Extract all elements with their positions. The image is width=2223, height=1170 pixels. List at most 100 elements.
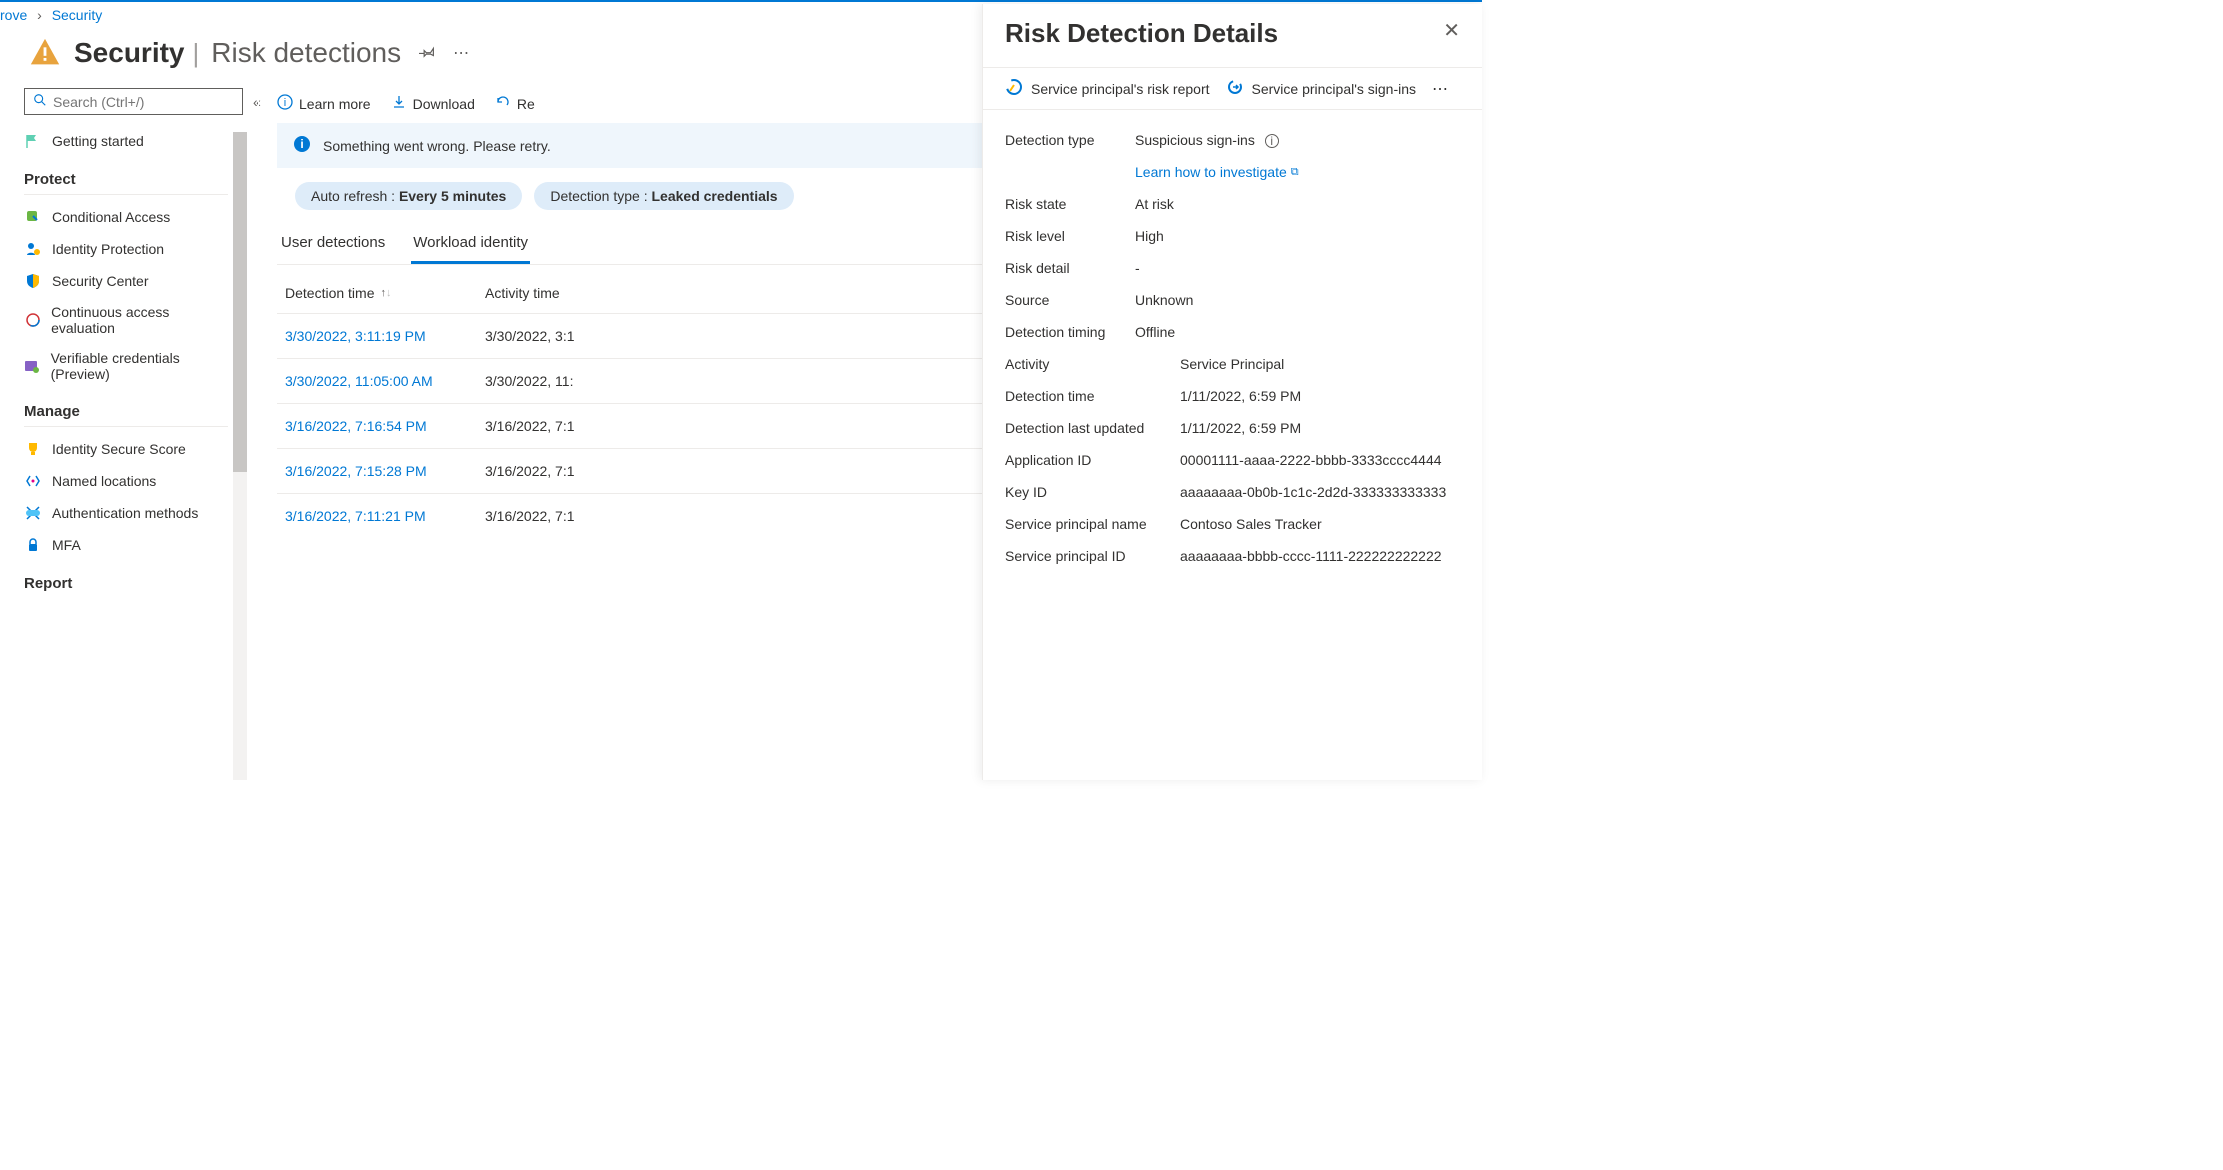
more-icon[interactable]: ⋯ bbox=[453, 43, 470, 63]
toolbar-label: Learn more bbox=[299, 96, 371, 112]
detail-key-risk-detail: Risk detail bbox=[1005, 260, 1135, 276]
sidebar-item-identity-protection[interactable]: Identity Protection bbox=[24, 233, 228, 265]
sidebar-item-auth-methods[interactable]: Authentication methods bbox=[24, 497, 228, 529]
info-filled-icon: i bbox=[293, 135, 311, 156]
detail-val-detection-type: Suspicious sign-ins i bbox=[1135, 132, 1460, 148]
more-icon[interactable]: ⋯ bbox=[1432, 79, 1449, 99]
search-icon bbox=[33, 93, 47, 110]
search-input[interactable] bbox=[53, 94, 234, 110]
detail-val-risk-detail: - bbox=[1135, 260, 1460, 276]
sidebar-item-label: Verifiable credentials (Preview) bbox=[51, 350, 228, 382]
detection-time-link[interactable]: 3/16/2022, 7:15:28 PM bbox=[285, 463, 427, 479]
close-icon[interactable]: ✕ bbox=[1443, 18, 1460, 43]
key-icon bbox=[24, 504, 42, 522]
sidebar-item-mfa[interactable]: MFA bbox=[24, 529, 228, 561]
detail-key-sp-id: Service principal ID bbox=[1005, 548, 1180, 564]
detail-val-app-id: 00001111-aaaa-2222-bbbb-3333cccc4444 bbox=[1180, 452, 1460, 468]
page-subtitle: Risk detections bbox=[211, 37, 401, 69]
sidebar-section-protect: Protect bbox=[24, 157, 228, 195]
sidebar-item-label: Identity Protection bbox=[52, 241, 164, 257]
sidebar: « Getting started Protect Conditional Ac… bbox=[0, 88, 240, 786]
sign-ins-button[interactable]: Service principal's sign-ins bbox=[1226, 78, 1417, 99]
sidebar-item-verifiable-credentials[interactable]: Verifiable credentials (Preview) bbox=[24, 343, 228, 389]
sidebar-item-label: Conditional Access bbox=[52, 209, 170, 225]
detail-val-activity: Service Principal bbox=[1180, 356, 1460, 372]
activity-time-cell: 3/16/2022, 7:1 bbox=[485, 418, 645, 434]
toolbar-label: Service principal's sign-ins bbox=[1252, 81, 1417, 97]
warning-triangle-icon bbox=[28, 36, 62, 70]
details-toolbar: Service principal's risk report Service … bbox=[983, 67, 1482, 110]
details-title: Risk Detection Details bbox=[1005, 18, 1278, 49]
detail-val-detection-time: 1/11/2022, 6:59 PM bbox=[1180, 388, 1460, 404]
detail-val-sp-name: Contoso Sales Tracker bbox=[1180, 516, 1460, 532]
column-detection-time[interactable]: Detection time ↑↓ bbox=[285, 285, 485, 301]
toolbar-label: Service principal's risk report bbox=[1031, 81, 1210, 97]
sidebar-item-label: Authentication methods bbox=[52, 505, 198, 521]
sidebar-scrollbar[interactable] bbox=[233, 132, 247, 780]
refresh-shield-icon bbox=[24, 311, 41, 329]
shield-check-icon bbox=[24, 208, 42, 226]
breadcrumb-item-security[interactable]: Security bbox=[52, 7, 103, 23]
risk-report-button[interactable]: Service principal's risk report bbox=[1005, 78, 1210, 99]
learn-investigate-link[interactable]: Learn how to investigate ⧉ bbox=[1135, 164, 1299, 180]
tab-user-detections[interactable]: User detections bbox=[279, 224, 387, 264]
pill-value: Every 5 minutes bbox=[399, 188, 506, 204]
detection-time-link[interactable]: 3/30/2022, 3:11:19 PM bbox=[285, 328, 426, 344]
detail-key-detection-type: Detection type bbox=[1005, 132, 1135, 148]
tab-workload-identity[interactable]: Workload identity bbox=[411, 224, 530, 264]
detail-key-sp-name: Service principal name bbox=[1005, 516, 1180, 532]
activity-time-cell: 3/16/2022, 7:1 bbox=[485, 463, 645, 479]
toolbar-label: Download bbox=[413, 96, 475, 112]
external-link-icon: ⧉ bbox=[1291, 166, 1299, 179]
title-separator: | bbox=[193, 38, 200, 69]
detail-key-source: Source bbox=[1005, 292, 1135, 308]
detection-type-pill[interactable]: Detection type : Leaked credentials bbox=[534, 182, 793, 210]
detail-key-detection-timing: Detection timing bbox=[1005, 324, 1135, 340]
detail-key-key-id: Key ID bbox=[1005, 484, 1180, 500]
sidebar-section-report: Report bbox=[24, 561, 228, 598]
code-brackets-icon bbox=[24, 472, 42, 490]
column-activity-time[interactable]: Activity time bbox=[485, 285, 645, 301]
sidebar-item-conditional-access[interactable]: Conditional Access bbox=[24, 201, 228, 233]
detail-key-detection-updated: Detection last updated bbox=[1005, 420, 1180, 436]
detection-time-link[interactable]: 3/16/2022, 7:16:54 PM bbox=[285, 418, 427, 434]
detail-key-risk-level: Risk level bbox=[1005, 228, 1135, 244]
svg-text:i: i bbox=[300, 137, 303, 151]
auto-refresh-pill[interactable]: Auto refresh : Every 5 minutes bbox=[295, 182, 522, 210]
report-icon bbox=[1005, 78, 1023, 99]
download-icon bbox=[391, 94, 407, 113]
detail-key-detection-time: Detection time bbox=[1005, 388, 1180, 404]
detection-time-link[interactable]: 3/16/2022, 7:11:21 PM bbox=[285, 508, 426, 524]
error-text: Something went wrong. Please retry. bbox=[323, 138, 551, 154]
refresh-button[interactable]: Re bbox=[495, 94, 535, 113]
details-panel: Risk Detection Details ✕ Service princip… bbox=[982, 4, 1482, 780]
download-button[interactable]: Download bbox=[391, 94, 475, 113]
shield-icon bbox=[24, 272, 42, 290]
info-icon: i bbox=[277, 94, 293, 113]
detail-key-app-id: Application ID bbox=[1005, 452, 1180, 468]
sidebar-item-label: Getting started bbox=[52, 133, 144, 149]
sign-in-icon bbox=[1226, 78, 1244, 99]
pin-icon[interactable] bbox=[419, 44, 435, 63]
sidebar-item-continuous-access[interactable]: Continuous access evaluation bbox=[24, 297, 228, 343]
learn-more-button[interactable]: i Learn more bbox=[277, 94, 371, 113]
svg-text:i: i bbox=[284, 97, 286, 109]
detection-time-link[interactable]: 3/30/2022, 11:05:00 AM bbox=[285, 373, 433, 389]
sort-icon: ↑↓ bbox=[380, 289, 391, 297]
detail-key-risk-state: Risk state bbox=[1005, 196, 1135, 212]
pill-value: Leaked credentials bbox=[652, 188, 778, 204]
sidebar-item-security-center[interactable]: Security Center bbox=[24, 265, 228, 297]
trophy-icon bbox=[24, 440, 42, 458]
breadcrumb-item-rove[interactable]: rove bbox=[0, 7, 27, 23]
sidebar-item-getting-started[interactable]: Getting started bbox=[24, 125, 228, 157]
search-input-wrapper[interactable] bbox=[24, 88, 243, 115]
sidebar-section-manage: Manage bbox=[24, 389, 228, 427]
detail-val-risk-state: At risk bbox=[1135, 196, 1460, 212]
info-icon[interactable]: i bbox=[1265, 134, 1279, 148]
link-label: Learn how to investigate bbox=[1135, 164, 1287, 180]
detail-val-detection-updated: 1/11/2022, 6:59 PM bbox=[1180, 420, 1460, 436]
refresh-icon bbox=[495, 94, 511, 113]
user-shield-icon bbox=[24, 240, 42, 258]
sidebar-item-named-locations[interactable]: Named locations bbox=[24, 465, 228, 497]
sidebar-item-secure-score[interactable]: Identity Secure Score bbox=[24, 433, 228, 465]
